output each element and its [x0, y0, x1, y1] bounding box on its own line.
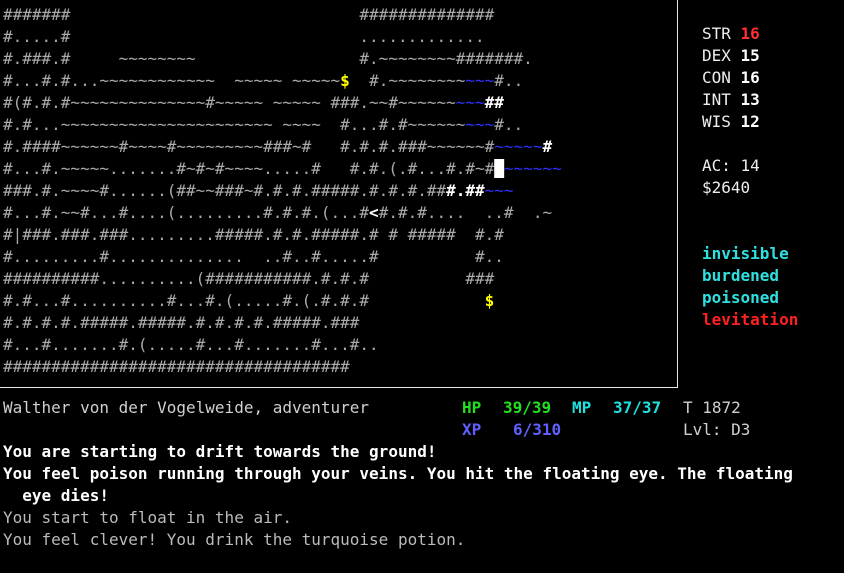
map-glyphs: #...#.~~~~~.......#~#~#~~~~.....# #.#.(.… [3, 159, 495, 178]
map-row: #.#...~~~~~~~~~~~~~~~~~~~~~~ ~~~~ #...#.… [3, 114, 678, 136]
map-glyphs: #.....# ............. [3, 27, 485, 46]
map-glyphs: ~~~~~~ [503, 159, 562, 178]
map-glyphs: #.###.# ~~~~~~~~ #.~~~~~~~~#######. [3, 49, 533, 68]
map-glyphs: #.#.#.... ..# .~ [378, 203, 553, 222]
map-glyphs: ~~~ [455, 93, 485, 112]
status-poisoned: poisoned [702, 288, 780, 307]
status-invisible: invisible [702, 244, 789, 263]
map-glyphs: #|###.###.###.........#####.#.#.#####.# … [3, 225, 504, 244]
map-glyphs: #.. [494, 71, 524, 90]
map-glyphs: #.. [494, 115, 524, 134]
stat-value: 12 [740, 112, 760, 131]
mp-label: MP [572, 398, 592, 417]
stat-label: STR [702, 24, 741, 43]
message-line: You feel clever! You drink the turquoise… [3, 530, 466, 549]
stat-str: STR 16 [702, 23, 760, 45]
map-glyphs: ## [484, 93, 504, 112]
map-border-bottom [0, 387, 678, 388]
status-bar: Walther von der Vogelweide, adventurer H… [3, 397, 843, 441]
dungeon-map: ####### ############## #.....# ..........… [3, 4, 678, 386]
status-burdened: burdened [702, 266, 780, 285]
status-bar-row-2: XP 6/310 Lvl: D3 [3, 419, 843, 441]
dungeon-map-glyphs: ####### ############## #.....# ..........… [3, 4, 678, 378]
hp-label: HP [462, 398, 482, 417]
attribute-panel: STR 16 DEX 15 CON 16 INT 13 WIS 12 AC: 1… [702, 23, 760, 199]
stat-value: 16 [740, 24, 760, 43]
gold-pile: $ [484, 291, 495, 310]
map-glyphs: ####### ############## [3, 5, 495, 24]
map-glyphs: #...#.#...~~~~~~~~~~~~ ~~~~~ ~~~~~ [3, 71, 341, 90]
message-line: You are starting to drift towards the gr… [3, 442, 437, 461]
map-glyphs: #.####~~~~~~#~~~~#~~~~~~~~~###~# #.#.#.#… [3, 137, 495, 156]
xp-label: XP [462, 420, 482, 439]
status-effects: invisible burdened poisoned levitation [702, 243, 798, 331]
stat-label: WIS [702, 112, 741, 131]
message-line: You feel poison running through your vei… [3, 464, 793, 505]
map-glyphs: #(#.#.#~~~~~~~~~~~~~~#~~~~~ ~~~~~ ###.~~… [3, 93, 456, 112]
map-row: #...#.~~#...#....(.........#.#.#.(...#<#… [3, 202, 678, 224]
map-row: #|###.###.###.........#####.#.#.#####.# … [3, 224, 678, 246]
map-glyphs: #.#...#..........#...#.(.....#.(.#.#.# [3, 291, 485, 310]
map-row: #.#...#..........#...#.(.....#.(.#.#.# $ [3, 290, 678, 312]
map-row: ##########..........(###########.#.#.# #… [3, 268, 678, 290]
stat-label: CON [702, 68, 741, 87]
map-glyphs: #.........#.............. ..#..#.....# #… [3, 247, 504, 266]
gold-pile: $ [340, 71, 350, 90]
map-glyphs: █ [494, 159, 504, 178]
map-glyphs: #.#...~~~~~~~~~~~~~~~~~~~~~~ ~~~~ #...#.… [3, 115, 466, 134]
map-glyphs: ~~~ [465, 115, 495, 134]
map-glyphs: ##########..........(###########.#.#.# #… [3, 269, 495, 288]
xp-value: 6/310 [513, 420, 562, 439]
message-log: You are starting to drift towards the gr… [3, 441, 841, 551]
map-glyphs: ~~~~~ [494, 137, 543, 156]
stat-con: CON 16 [702, 67, 760, 89]
mp-value: 37/37 [613, 398, 662, 417]
stat-value: 13 [740, 90, 760, 109]
stat-value: 15 [740, 46, 760, 65]
status-bar-row-1: Walther von der Vogelweide, adventurer H… [3, 397, 843, 419]
stat-wis: WIS 12 [702, 111, 760, 133]
map-row: #.####~~~~~~#~~~~#~~~~~~~~~###~# #.#.#.#… [3, 136, 678, 158]
stat-dex: DEX 15 [702, 45, 760, 67]
map-glyphs: #...#.......#.(.....#...#.......#...#.. [3, 335, 379, 354]
map-row: #...#.#...~~~~~~~~~~~~ ~~~~~ ~~~~~$ #.~~… [3, 70, 678, 92]
stat-label: AC: [702, 156, 741, 175]
stat-label: DEX [702, 46, 741, 65]
stat-value: 16 [740, 68, 760, 87]
map-glyphs: #.## [446, 181, 485, 200]
map-row: #(#.#.#~~~~~~~~~~~~~~#~~~~~ ~~~~~ ###.~~… [3, 92, 678, 114]
character-name: Walther von der Vogelweide, adventurer [3, 398, 370, 417]
map-glyphs: #################################### [3, 357, 350, 376]
map-row: #...#.......#.(.....#...#.......#...#.. [3, 334, 678, 356]
map-glyphs: #...#.~~#...#....(.........#.#.#.(...# [3, 203, 370, 222]
map-glyphs: #.~~~~~~~~ [349, 71, 466, 90]
map-glyphs: ~~~ [465, 71, 495, 90]
map-row: #.........#.............. ..#..#.....# #… [3, 246, 678, 268]
stat-ac: AC: 14 [702, 155, 760, 177]
map-row: #.....# ............. [3, 26, 678, 48]
map-glyphs: ~~~ [484, 181, 514, 200]
map-row: ####### ############## [3, 4, 678, 26]
map-glyphs: < [369, 203, 379, 222]
stat-int: INT 13 [702, 89, 760, 111]
stat-gold: $2640 [702, 178, 751, 197]
map-row: #################################### [3, 356, 678, 378]
map-row: #.###.# ~~~~~~~~ #.~~~~~~~~#######. [3, 48, 678, 70]
dungeon-level: Lvl: D3 [683, 420, 751, 439]
hp-value: 39/39 [503, 398, 552, 417]
map-glyphs: ###.#.~~~~#......(##~~###~#.#.#.#####.#.… [3, 181, 447, 200]
turn-counter: T 1872 [683, 398, 741, 417]
status-levitation: levitation [702, 310, 799, 329]
map-row: #...#.~~~~~.......#~#~#~~~~.....# #.#.(.… [3, 158, 678, 180]
map-row: ###.#.~~~~#......(##~~###~#.#.#.#####.#.… [3, 180, 678, 202]
map-glyphs: #.#.#.#.#####.#####.#.#.#.#.#####.### [3, 313, 360, 332]
map-border-right [677, 0, 678, 388]
stat-label: INT [702, 90, 741, 109]
stat-value: 14 [740, 156, 760, 175]
map-glyphs: # [542, 137, 553, 156]
message-line: You start to float in the air. [3, 508, 292, 527]
map-row: #.#.#.#.#####.#####.#.#.#.#.#####.### [3, 312, 678, 334]
stat-spacer [702, 133, 760, 155]
